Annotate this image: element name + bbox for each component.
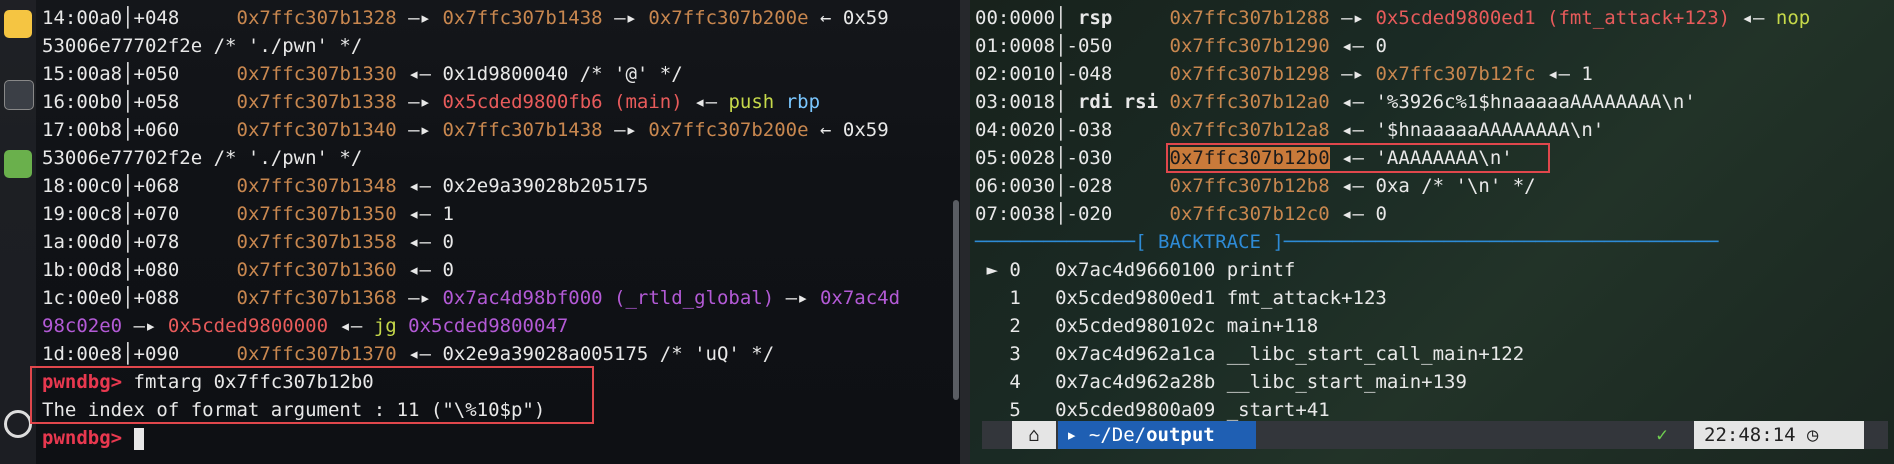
pane-divider[interactable] xyxy=(960,0,970,464)
terminal-icon[interactable] xyxy=(4,80,34,110)
stack-line: 15:00a8│+050 0x7ffc307b1330 ◂— 0x1d98000… xyxy=(42,63,683,85)
check-segment: ✓ xyxy=(1642,421,1682,449)
shell-status-bar: ⌂ ▸ ~/De/output ✓ 22:48:14 ◷ xyxy=(982,421,1888,449)
stack-line: 07:0038│-020 0x7ffc307b12c0 ◂— 0 xyxy=(975,203,1387,225)
stack-line: 19:00c8│+070 0x7ffc307b1350 ◂— 1 xyxy=(42,203,454,225)
text-cursor xyxy=(133,427,144,450)
backtrace-frame: ► 0 0x7ac4d9660100 printf xyxy=(975,259,1296,281)
stack-line: 03:0018│ rdi rsi 0x7ffc307b12a0 ◂— '%392… xyxy=(975,91,1696,113)
stack-line: 17:00b8│+060 0x7ffc307b1340 —▸ 0x7ffc307… xyxy=(42,119,889,141)
text-editor-icon[interactable] xyxy=(4,10,32,38)
backtrace-frame: 4 0x7ac4d962a28b __libc_start_main+139 xyxy=(1009,371,1467,393)
stack-line: 18:00c0│+068 0x7ffc307b1348 ◂— 0x2e9a390… xyxy=(42,175,649,197)
prompt-line[interactable]: pwndbg> xyxy=(42,424,900,452)
context-stack: 00:0000│ rsp 0x7ffc307b1288 —▸ 0x5cded98… xyxy=(975,4,1810,424)
stack-line: 53006e77702f2e /* './pwn' */ xyxy=(42,147,363,169)
folder-icon: ▸ xyxy=(1066,424,1078,446)
stack-line: 16:00b0│+058 0x7ffc307b1338 —▸ 0x5cded98… xyxy=(42,91,821,113)
stack-line: 02:0010│-048 0x7ffc307b1298 —▸ 0x7ffc307… xyxy=(975,63,1593,85)
fmtarg-highlight-box xyxy=(30,366,594,424)
backtrace-frame: 3 0x7ac4d962a1ca __libc_start_call_main+… xyxy=(1009,343,1525,365)
stack-line: 06:0030│-028 0x7ffc307b12b8 ◂— 0xa /* '\… xyxy=(975,175,1536,197)
stack-line: 1a:00d0│+078 0x7ffc307b1358 ◂— 0 xyxy=(42,231,454,253)
stack-line: 04:0020│-038 0x7ffc307b12a8 ◂— '$hnaaaaa… xyxy=(975,119,1605,141)
backtrace-header: ──────────────[ BACKTRACE ]─────────────… xyxy=(975,231,1719,253)
stack-line: 53006e77702f2e /* './pwn' */ xyxy=(42,35,363,57)
stack-line: 1c:00e0│+088 0x7ffc307b1368 —▸ 0x7ac4d98… xyxy=(42,287,901,309)
clock-icon: ◷ xyxy=(1806,424,1819,446)
left-terminal-pane[interactable]: 14:00a0│+048 0x7ffc307b1328 —▸ 0x7ffc307… xyxy=(0,0,960,464)
os-segment: ⌂ xyxy=(1012,421,1056,449)
backtrace-frame: 5 0x5cded9800a09 _start+41 xyxy=(1009,399,1330,421)
stack-line: 1b:00d8│+080 0x7ffc307b1360 ◂— 0 xyxy=(42,259,454,281)
success-check-icon: ✓ xyxy=(1656,424,1668,446)
backtrace-frame: 2 0x5cded980102c main+118 xyxy=(1009,315,1319,337)
stack-line: 1d:00e8│+090 0x7ffc307b1370 ◂— 0x2e9a390… xyxy=(42,343,775,365)
stack-line: 98c02e0 —▸ 0x5cded9800000 ◂— jg 0x5cded9… xyxy=(42,315,569,337)
os-icon: ⌂ xyxy=(1028,424,1040,446)
backtrace-frame: 1 0x5cded9800ed1 fmt_attack+123 xyxy=(1009,287,1387,309)
scrollbar[interactable] xyxy=(953,200,959,400)
stack-line: 14:00a0│+048 0x7ffc307b1328 —▸ 0x7ffc307… xyxy=(42,7,889,29)
stack-line: 00:0000│ rsp 0x7ffc307b1288 —▸ 0x5cded98… xyxy=(975,7,1811,29)
path-segment: ▸ ~/De/output xyxy=(1058,421,1256,449)
address-highlight-box xyxy=(1166,143,1550,173)
stack-line: 01:0008│-050 0x7ffc307b1290 ◂— 0 xyxy=(975,35,1387,57)
time-segment: 22:48:14 ◷ xyxy=(1694,421,1864,449)
ubuntu-icon[interactable] xyxy=(4,410,32,438)
recycle-bin-icon[interactable] xyxy=(4,150,32,178)
